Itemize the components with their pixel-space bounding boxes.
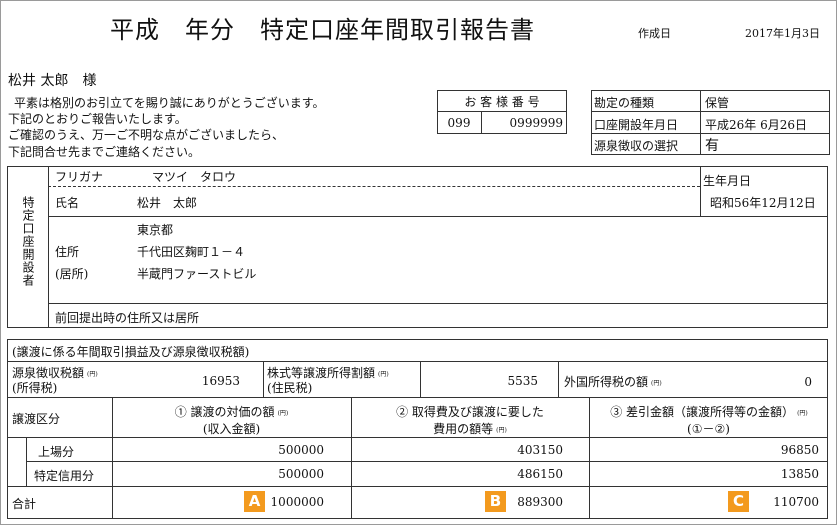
- account-type-label: 勘定の種類: [594, 96, 655, 110]
- name-value: 松井 太郎: [137, 196, 198, 210]
- furigana-value: マツイ タロウ: [152, 170, 237, 184]
- total-proceeds: 1000000: [270, 495, 324, 509]
- furigana-label: フリガナ: [55, 170, 104, 184]
- transfer-category-label: 譲渡区分: [12, 412, 61, 426]
- col1-header-text: ① 譲渡の対価の額: [174, 405, 275, 419]
- resident-tax-label-text: 株式等譲渡所得割額: [267, 366, 376, 380]
- listed-row-net: 96850: [780, 443, 819, 457]
- address-line-2: 千代田区麹町１－４: [137, 245, 246, 259]
- margin-row-proceeds: 500000: [278, 467, 324, 481]
- greeting-line-4: 下記問合せ先までご連絡ください。: [8, 145, 201, 159]
- yen-unit: (円): [496, 427, 507, 434]
- col1-header: ① 譲渡の対価の額 (円): [112, 403, 351, 420]
- withholding-tax-label-text: 源泉徴収税額: [12, 366, 85, 380]
- total-net: 110700: [773, 495, 819, 509]
- foreign-tax-label: 外国所得税の額 (円): [564, 373, 662, 390]
- total-costs: 889300: [517, 495, 563, 509]
- created-label: 作成日: [638, 27, 671, 40]
- listed-row-costs: 403150: [517, 443, 563, 457]
- yen-unit: (円): [87, 371, 98, 378]
- created-date: 2017年1月3日: [745, 27, 820, 40]
- yen-unit: (円): [378, 371, 389, 378]
- report-title: 平成 年分 特定口座年間取引報告書: [110, 16, 535, 44]
- yen-unit: (円): [651, 380, 662, 387]
- resident-tax-value: 5535: [507, 374, 538, 388]
- address-line-1: 東京都: [137, 223, 174, 237]
- address-label: 住所: [55, 245, 80, 259]
- col2-header: ② 取得費及び譲渡に要した: [396, 405, 544, 419]
- withholding-choice-label: 源泉徴収の選択: [594, 139, 679, 153]
- listed-row-proceeds: 500000: [278, 443, 324, 457]
- greeting-line-2: 下記のとおりご報告いたします。: [8, 112, 187, 126]
- greeting-line-3: ご確認のうえ、万一ご不明な点がございましたら、: [8, 128, 285, 142]
- previous-address-label: 前回提出時の住所又は居所: [55, 311, 200, 325]
- birthdate-value: 昭和56年12月12日: [710, 196, 816, 210]
- account-open-date-label: 口座開設年月日: [594, 118, 679, 132]
- customer-number-label: お 客 様 番 号: [464, 95, 540, 109]
- col2-subheader-text: 費用の額等: [433, 422, 494, 436]
- margin-row-label: 特定信用分: [34, 469, 95, 483]
- col3-subheader: (①－②): [687, 422, 730, 436]
- yen-unit: (円): [797, 410, 808, 417]
- margin-row-costs: 486150: [517, 467, 563, 481]
- col1-subheader: (収入金額): [202, 422, 261, 436]
- col2-subheader: 費用の額等 (円): [351, 420, 589, 437]
- resident-tax-sublabel: (住民税): [267, 381, 313, 395]
- customer-number: 0999999: [509, 116, 563, 130]
- listed-row-label: 上場分: [38, 445, 75, 459]
- birthdate-label: 生年月日: [703, 174, 752, 188]
- address-line-3: 半蔵門ファーストビル: [137, 267, 257, 281]
- total-row-label: 合計: [12, 497, 37, 511]
- recipient-name: 松井 太郎 様: [8, 73, 97, 89]
- name-label: 氏名: [55, 196, 80, 210]
- col3-header: ③ 差引金額（譲渡所得等の金額） (円): [591, 403, 827, 420]
- summary-section-title: (譲渡に係る年間取引損益及び源泉徴収税額): [12, 345, 250, 359]
- yen-unit: (円): [277, 410, 289, 417]
- margin-row-net: 13850: [780, 467, 819, 481]
- foreign-tax-label-text: 外国所得税の額: [564, 375, 649, 389]
- withholding-choice-value: 有: [705, 138, 719, 154]
- residence-label: (居所): [55, 267, 89, 281]
- withholding-tax-value: 16953: [201, 374, 240, 388]
- account-open-date-value: 平成26年 6月26日: [705, 118, 807, 132]
- withholding-tax-sublabel: (所得税): [12, 381, 58, 395]
- col3-header-text: ③ 差引金額（譲渡所得等の金額）: [610, 405, 795, 419]
- account-holder-section-label: 特定口座開設者: [21, 196, 35, 287]
- foreign-tax-value: 0: [804, 375, 812, 389]
- greeting-line-1: 平素は格別のお引立てを賜り誠にありがとうございます。: [14, 96, 325, 110]
- account-type-value: 保管: [705, 96, 730, 110]
- customer-branch: 099: [447, 116, 471, 130]
